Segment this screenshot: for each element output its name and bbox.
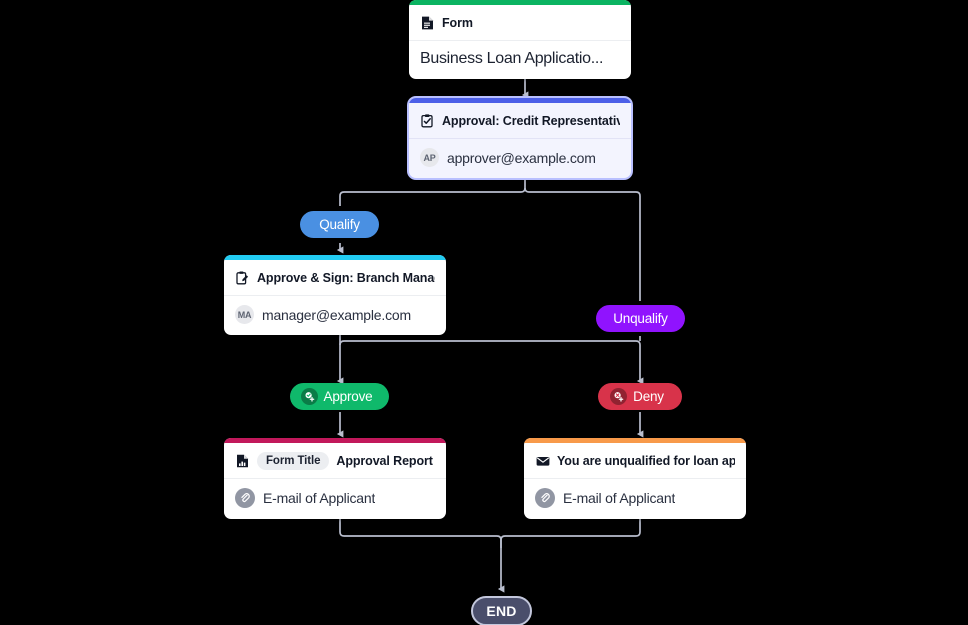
node-branch-manager-header: Approve & Sign: Branch Manager xyxy=(224,260,446,296)
node-form[interactable]: Form Business Loan Applicatio... xyxy=(409,0,631,79)
form-title-chip: Form Title xyxy=(257,451,330,470)
node-branch-manager-title: Approve & Sign: Branch Manager xyxy=(257,270,435,285)
node-approval-body-text: approver@example.com xyxy=(447,149,596,166)
envelope-icon xyxy=(535,453,550,468)
node-approval-credit-representative[interactable]: Approval: Credit Representative AP appro… xyxy=(409,98,631,178)
node-unqualified-email-header: You are unqualified for loan applic xyxy=(524,443,746,479)
avatar: AP xyxy=(420,148,439,167)
deny-stamp-icon xyxy=(610,388,628,405)
pill-deny[interactable]: Deny xyxy=(598,383,682,410)
node-unqualified-email-title: You are unqualified for loan applic xyxy=(557,453,735,468)
node-end[interactable]: END xyxy=(471,596,532,625)
avatar: MA xyxy=(235,305,254,324)
paperclip-icon xyxy=(535,488,555,508)
node-form-body: Business Loan Applicatio... xyxy=(409,41,631,79)
edge-manager-split-right xyxy=(339,340,644,385)
approval-clipboard-icon xyxy=(420,113,435,128)
node-unqualified-email-body: E-mail of Applicant xyxy=(524,479,746,519)
node-approval-header: Approval: Credit Representative xyxy=(409,103,631,139)
pill-approve-label: Approve xyxy=(323,389,373,404)
pill-unqualify[interactable]: Unqualify xyxy=(596,305,685,332)
edge-split-left xyxy=(339,187,526,206)
node-approval-title: Approval: Credit Representative xyxy=(442,113,620,128)
node-form-title: Form xyxy=(442,15,473,30)
approve-stamp-icon xyxy=(300,388,318,405)
node-approve-sign-branch-manager[interactable]: Approve & Sign: Branch Manager MA manage… xyxy=(224,255,446,335)
pill-unqualify-label: Unqualify xyxy=(613,311,668,326)
node-branch-manager-body-text: manager@example.com xyxy=(262,306,411,323)
paperclip-icon xyxy=(235,488,255,508)
node-approval-report-body: E-mail of Applicant xyxy=(224,479,446,519)
pill-deny-label: Deny xyxy=(633,389,664,404)
node-unqualified-email-body-text: E-mail of Applicant xyxy=(563,490,676,506)
node-form-body-text: Business Loan Applicatio... xyxy=(420,50,604,67)
node-approval-report[interactable]: Form Title Approval Report E-mail of App… xyxy=(224,438,446,519)
node-approval-report-header: Form Title Approval Report xyxy=(224,443,446,479)
node-approval-report-title: Approval Report xyxy=(336,453,433,468)
edge-report-merge xyxy=(339,512,505,593)
document-icon xyxy=(420,15,435,30)
node-approval-report-body-text: E-mail of Applicant xyxy=(263,490,376,506)
pill-qualify-label: Qualify xyxy=(319,217,360,232)
report-icon xyxy=(235,453,250,468)
pill-approve[interactable]: Approve xyxy=(290,383,389,410)
pill-qualify[interactable]: Qualify xyxy=(300,211,379,238)
node-branch-manager-body: MA manager@example.com xyxy=(224,296,446,335)
node-unqualified-email[interactable]: You are unqualified for loan applic E-ma… xyxy=(524,438,746,519)
edge-split-right xyxy=(524,187,641,301)
node-approval-body: AP approver@example.com xyxy=(409,139,631,178)
node-form-header: Form xyxy=(409,5,631,41)
node-end-label: END xyxy=(486,603,517,619)
edge-layer xyxy=(336,66,644,593)
sign-clipboard-icon xyxy=(235,270,250,285)
workflow-canvas: Form Business Loan Applicatio... Approva… xyxy=(0,0,968,625)
